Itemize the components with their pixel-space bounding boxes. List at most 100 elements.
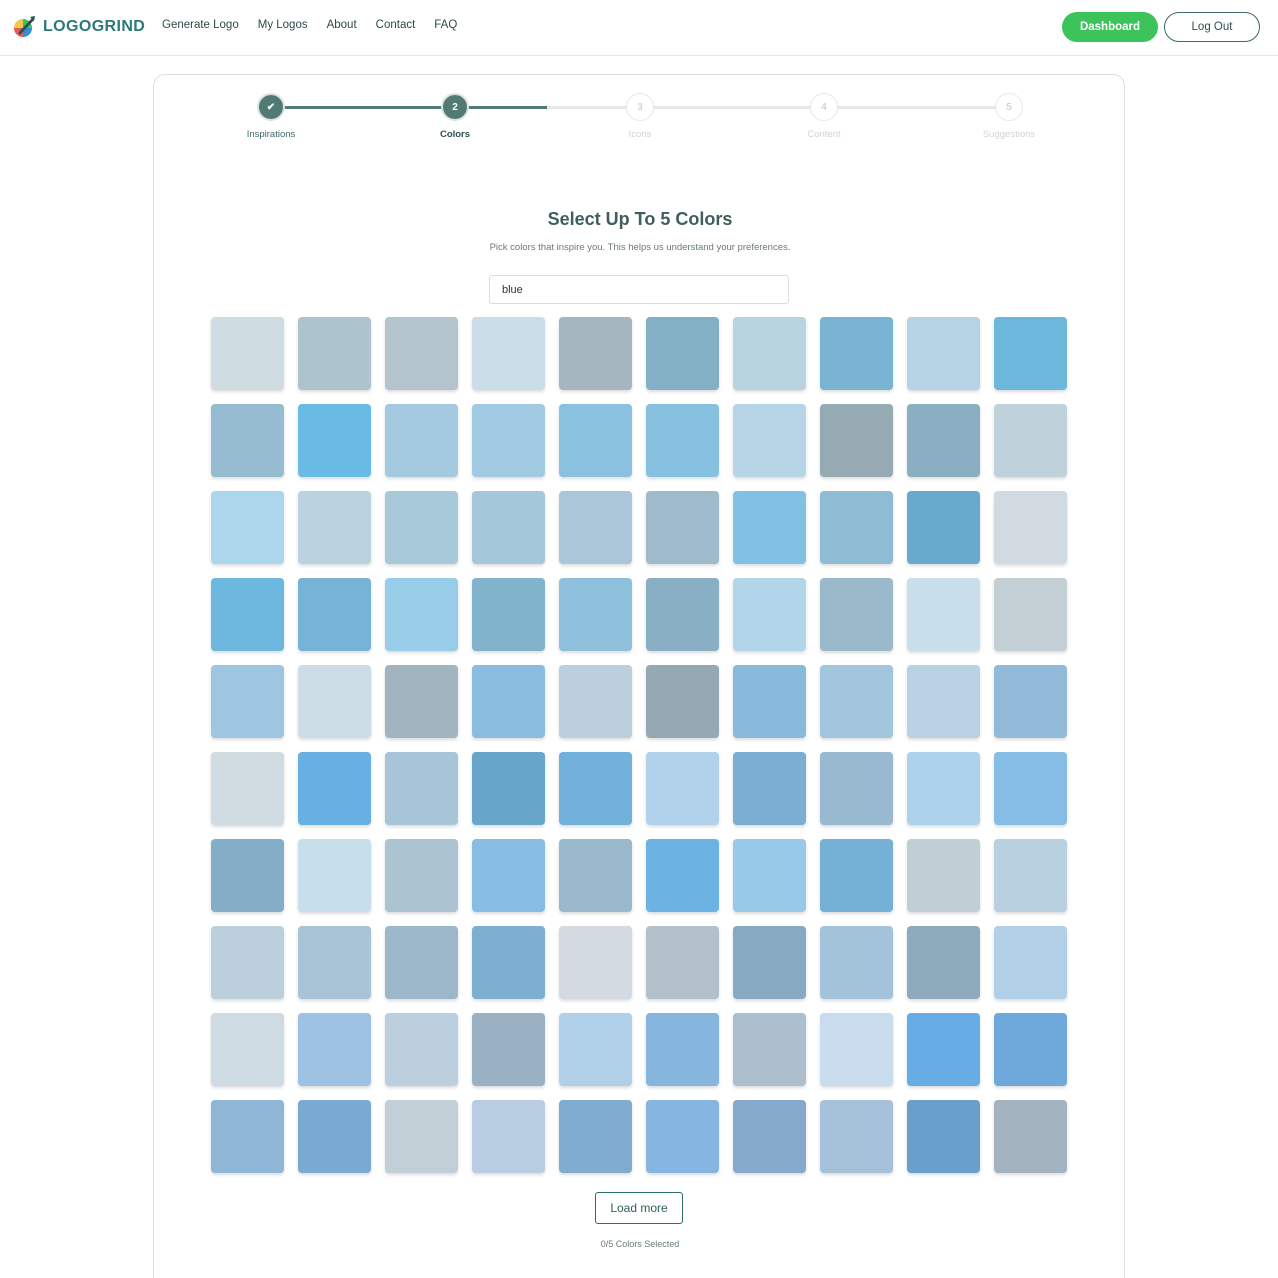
color-swatch[interactable]	[385, 317, 458, 390]
color-swatch[interactable]	[472, 317, 545, 390]
color-swatch[interactable]	[298, 752, 371, 825]
color-swatch[interactable]	[559, 491, 632, 564]
color-swatch[interactable]	[559, 926, 632, 999]
color-swatch[interactable]	[733, 404, 806, 477]
color-swatch[interactable]	[298, 317, 371, 390]
color-swatch[interactable]	[646, 317, 719, 390]
color-swatch[interactable]	[994, 926, 1067, 999]
step-colors[interactable]: 2 Colors	[395, 93, 515, 140]
color-swatch[interactable]	[211, 578, 284, 651]
color-swatch[interactable]	[907, 404, 980, 477]
color-swatch[interactable]	[298, 665, 371, 738]
color-swatch[interactable]	[385, 665, 458, 738]
color-swatch[interactable]	[559, 839, 632, 912]
color-swatch[interactable]	[298, 926, 371, 999]
brand-logo[interactable]: LOGOGRIND	[12, 13, 145, 41]
color-swatch[interactable]	[733, 491, 806, 564]
color-swatch[interactable]	[385, 926, 458, 999]
color-swatch[interactable]	[472, 491, 545, 564]
color-swatch[interactable]	[733, 1100, 806, 1173]
color-swatch[interactable]	[646, 839, 719, 912]
color-swatch[interactable]	[907, 578, 980, 651]
color-swatch[interactable]	[994, 317, 1067, 390]
color-swatch[interactable]	[907, 1100, 980, 1173]
step-suggestions[interactable]: 5 Suggestions	[949, 93, 1069, 140]
color-swatch[interactable]	[385, 1013, 458, 1086]
color-swatch[interactable]	[994, 1013, 1067, 1086]
nav-contact[interactable]: Contact	[376, 19, 416, 31]
color-swatch[interactable]	[472, 1100, 545, 1173]
color-swatch[interactable]	[820, 926, 893, 999]
color-swatch[interactable]	[820, 665, 893, 738]
color-swatch[interactable]	[820, 317, 893, 390]
color-swatch[interactable]	[994, 665, 1067, 738]
color-swatch[interactable]	[733, 839, 806, 912]
color-swatch[interactable]	[211, 1100, 284, 1173]
color-swatch[interactable]	[907, 926, 980, 999]
color-swatch[interactable]	[211, 404, 284, 477]
color-swatch[interactable]	[298, 404, 371, 477]
color-swatch[interactable]	[646, 578, 719, 651]
nav-about[interactable]: About	[327, 19, 357, 31]
color-swatch[interactable]	[907, 491, 980, 564]
color-swatch[interactable]	[646, 752, 719, 825]
color-swatch[interactable]	[385, 1100, 458, 1173]
color-swatch[interactable]	[820, 839, 893, 912]
color-swatch[interactable]	[820, 1100, 893, 1173]
nav-faq[interactable]: FAQ	[434, 19, 457, 31]
color-swatch[interactable]	[211, 317, 284, 390]
color-swatch[interactable]	[733, 752, 806, 825]
color-swatch[interactable]	[820, 404, 893, 477]
color-swatch[interactable]	[994, 1100, 1067, 1173]
color-swatch[interactable]	[385, 752, 458, 825]
color-swatch[interactable]	[820, 491, 893, 564]
color-swatch[interactable]	[907, 752, 980, 825]
step-content[interactable]: 4 Content	[764, 93, 884, 140]
nav-my-logos[interactable]: My Logos	[258, 19, 308, 31]
color-swatch[interactable]	[472, 752, 545, 825]
color-swatch[interactable]	[472, 926, 545, 999]
color-swatch[interactable]	[733, 317, 806, 390]
color-swatch[interactable]	[385, 839, 458, 912]
color-swatch[interactable]	[298, 1013, 371, 1086]
color-swatch[interactable]	[298, 1100, 371, 1173]
color-swatch[interactable]	[211, 752, 284, 825]
color-swatch[interactable]	[559, 1013, 632, 1086]
logout-button[interactable]: Log Out	[1164, 12, 1260, 42]
color-swatch[interactable]	[733, 1013, 806, 1086]
color-swatch[interactable]	[646, 1100, 719, 1173]
color-swatch[interactable]	[646, 491, 719, 564]
color-swatch[interactable]	[646, 1013, 719, 1086]
color-swatch[interactable]	[298, 839, 371, 912]
color-swatch[interactable]	[559, 404, 632, 477]
color-swatch[interactable]	[559, 578, 632, 651]
color-swatch[interactable]	[994, 839, 1067, 912]
dashboard-button[interactable]: Dashboard	[1062, 12, 1158, 42]
color-swatch[interactable]	[211, 926, 284, 999]
color-swatch[interactable]	[994, 491, 1067, 564]
color-swatch[interactable]	[820, 578, 893, 651]
color-swatch[interactable]	[472, 1013, 545, 1086]
color-swatch[interactable]	[994, 578, 1067, 651]
color-swatch[interactable]	[472, 665, 545, 738]
color-swatch[interactable]	[385, 578, 458, 651]
color-swatch[interactable]	[994, 752, 1067, 825]
step-inspirations[interactable]: ✔ Inspirations	[211, 93, 331, 140]
color-swatch[interactable]	[994, 404, 1067, 477]
color-swatch[interactable]	[559, 665, 632, 738]
color-swatch[interactable]	[907, 1013, 980, 1086]
load-more-button[interactable]: Load more	[595, 1192, 683, 1224]
color-swatch[interactable]	[646, 926, 719, 999]
color-swatch[interactable]	[907, 839, 980, 912]
color-swatch[interactable]	[211, 839, 284, 912]
color-swatch[interactable]	[733, 926, 806, 999]
step-icons[interactable]: 3 Icons	[580, 93, 700, 140]
color-swatch[interactable]	[559, 1100, 632, 1173]
color-swatch[interactable]	[559, 317, 632, 390]
color-swatch[interactable]	[820, 752, 893, 825]
color-swatch[interactable]	[733, 665, 806, 738]
color-swatch[interactable]	[298, 578, 371, 651]
color-swatch[interactable]	[211, 491, 284, 564]
color-swatch[interactable]	[559, 752, 632, 825]
color-swatch[interactable]	[385, 491, 458, 564]
